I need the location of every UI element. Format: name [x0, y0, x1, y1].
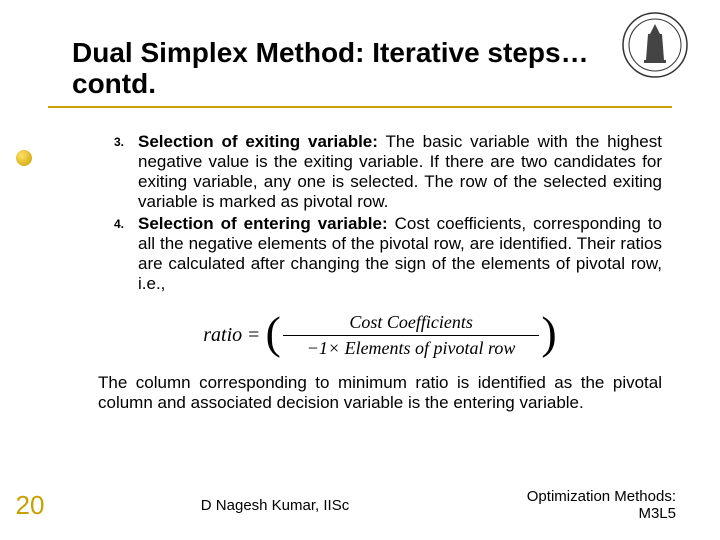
- footer-author: D Nagesh Kumar, IISc: [60, 497, 490, 514]
- formula-equals: =: [248, 324, 259, 347]
- ratio-formula: ratio = ( Cost Coefficients −1× Elements…: [98, 312, 662, 359]
- numerator: Cost Coefficients: [325, 312, 497, 333]
- formula-lhs: ratio: [203, 324, 242, 347]
- fraction-bar: [283, 335, 540, 336]
- content-area: 3. Selection of exiting variable: The ba…: [98, 132, 662, 359]
- closing-text: The column corresponding to minimum rati…: [98, 373, 662, 413]
- list-item: 4. Selection of entering variable: Cost …: [98, 214, 662, 294]
- institute-logo-icon: [620, 10, 690, 80]
- item-bold-lead: Selection of entering variable:: [138, 214, 388, 233]
- item-number: 3.: [98, 132, 138, 212]
- bullet-accent-icon: [16, 150, 32, 166]
- list-item: 3. Selection of exiting variable: The ba…: [98, 132, 662, 212]
- left-paren-icon: (: [265, 315, 280, 352]
- slide-number: 20: [0, 490, 60, 521]
- denominator: −1× Elements of pivotal row: [283, 338, 540, 359]
- slide: Dual Simplex Method: Iterative steps…con…: [0, 0, 720, 540]
- footer-course: Optimization Methods: M3L5: [490, 488, 720, 522]
- footer: 20 D Nagesh Kumar, IISc Optimization Met…: [0, 488, 720, 522]
- title-underline: [48, 106, 672, 108]
- item-body: Selection of entering variable: Cost coe…: [138, 214, 662, 294]
- item-body: Selection of exiting variable: The basic…: [138, 132, 662, 212]
- fraction: Cost Coefficients −1× Elements of pivota…: [283, 312, 540, 359]
- right-paren-icon: ): [541, 315, 556, 352]
- item-number: 4.: [98, 214, 138, 294]
- slide-title: Dual Simplex Method: Iterative steps…con…: [72, 38, 672, 100]
- item-bold-lead: Selection of exiting variable:: [138, 132, 378, 151]
